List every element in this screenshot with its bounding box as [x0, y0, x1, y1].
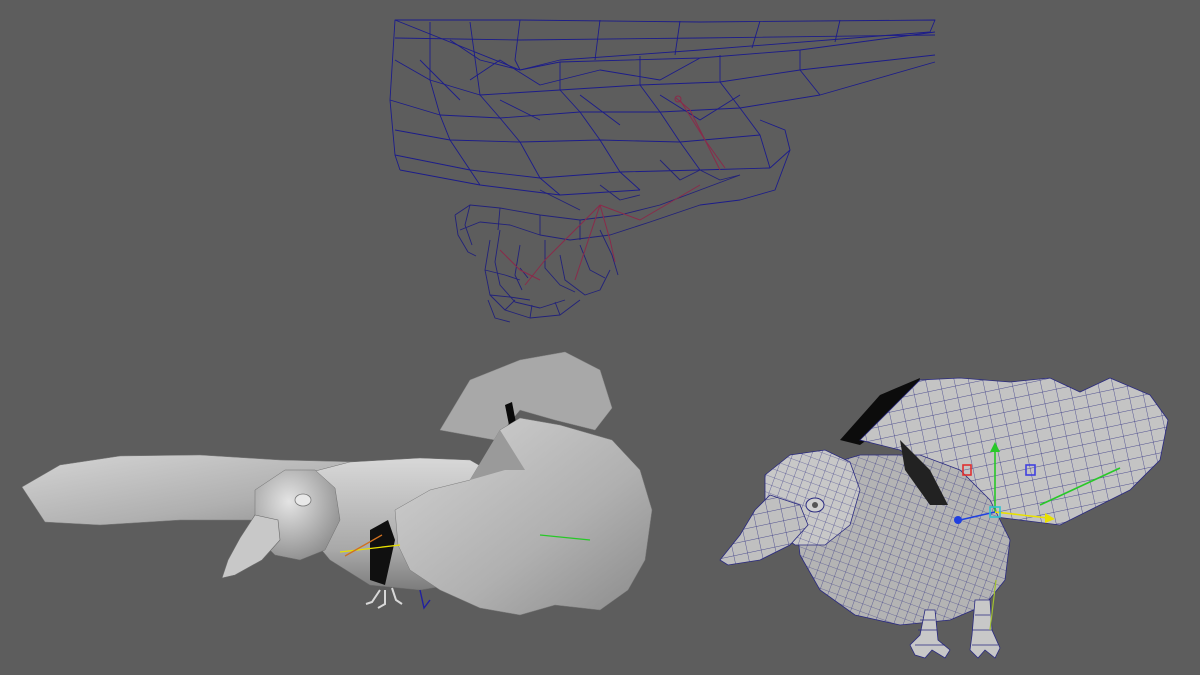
wireframe-talon-view[interactable] — [389, 19, 936, 323]
shaded-feet[interactable] — [365, 587, 403, 609]
viewport-canvas[interactable] — [0, 0, 1200, 675]
shaded-front-wing[interactable] — [394, 417, 653, 616]
talon-wireframe-mesh[interactable] — [454, 159, 741, 323]
wireframe-on-shaded-bird-model[interactable] — [719, 377, 1169, 659]
perch-wireframe-mesh[interactable] — [389, 19, 936, 206]
maya-3d-viewport[interactable] — [0, 0, 1200, 675]
shaded-beak[interactable] — [221, 514, 281, 579]
shaded-bird-model[interactable] — [21, 351, 653, 616]
